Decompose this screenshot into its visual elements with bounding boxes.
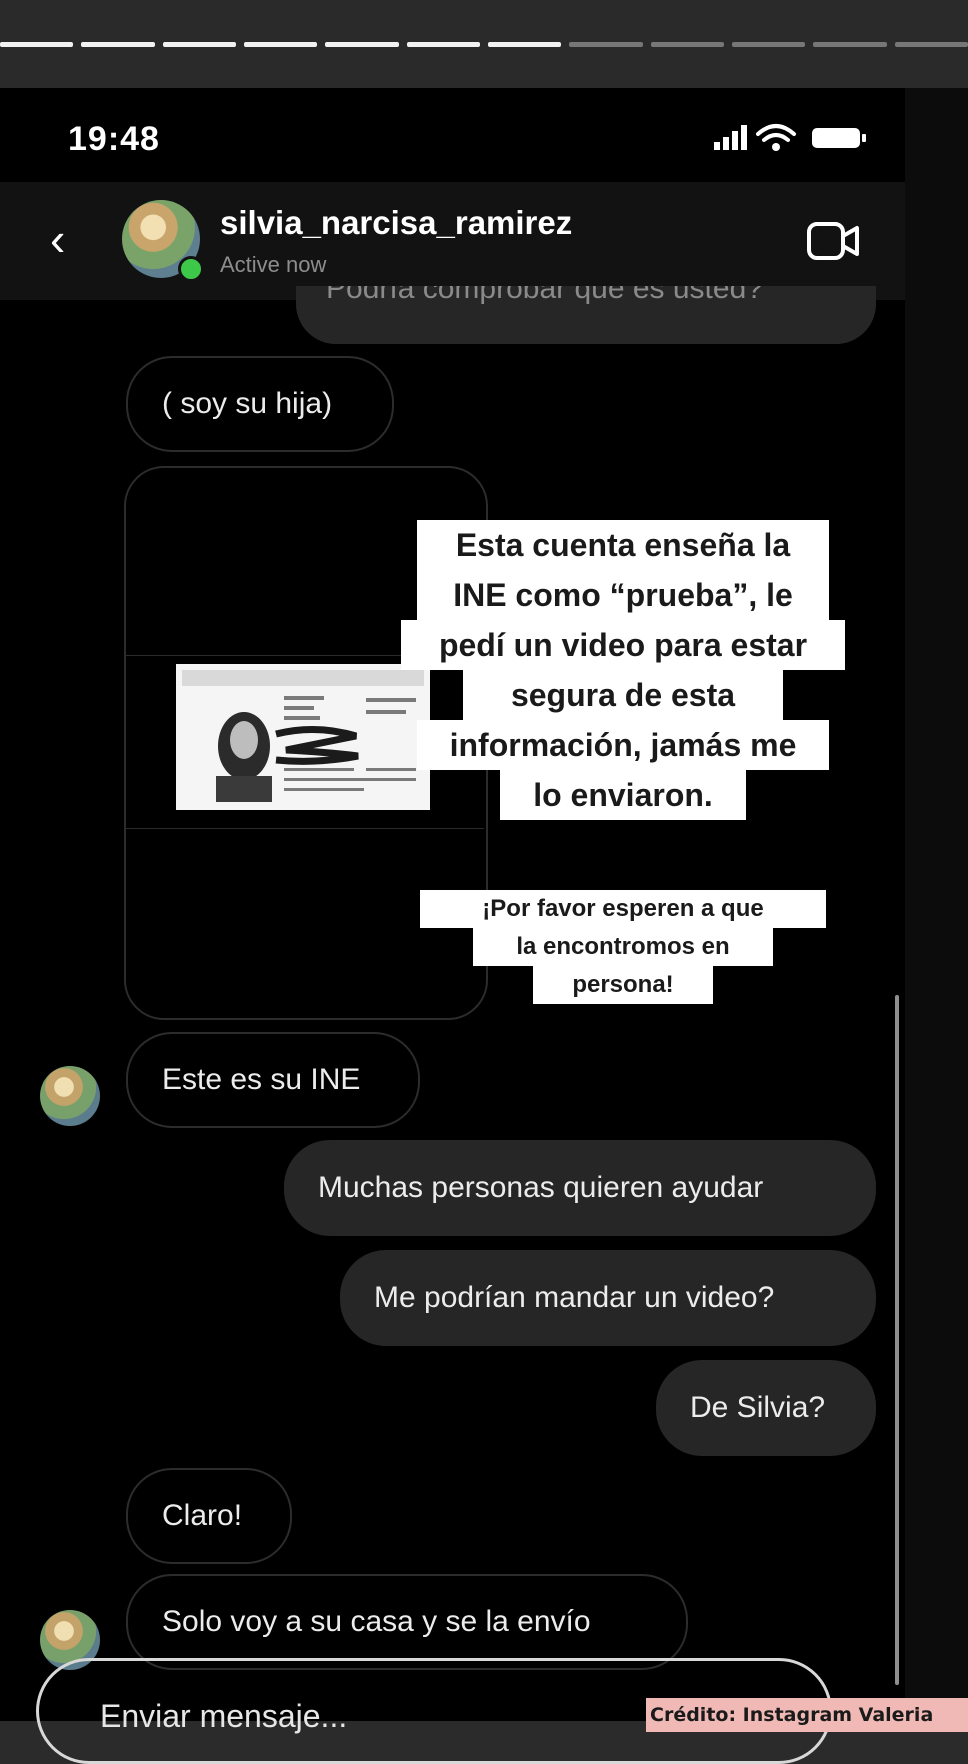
chat-username[interactable]: silvia_narcisa_ramirez [220,204,572,242]
story-progress-segment [813,42,887,47]
annotation-line: INE como “prueba”, le [417,570,829,620]
battery-icon [812,128,866,148]
story-progress-bar [0,42,968,48]
online-indicator [178,256,204,282]
annotation-line: segura de esta [463,670,783,720]
active-status: Active now [220,252,327,277]
message-sent: Me podrían mandar un video? [340,1250,876,1346]
annotation-line: lo enviaron. [500,770,746,820]
annotation-line: ¡Por favor esperen a que [420,890,826,928]
annotation-line: pedí un video para estar [401,620,845,670]
redaction-block [430,670,466,716]
message-input-placeholder: Enviar mensaje... [100,1698,348,1734]
story-progress-segment [406,42,480,47]
annotation-line: información, jamás me [417,720,829,770]
message-received: Claro! [126,1468,292,1564]
status-icons [714,124,866,151]
back-arrow-icon[interactable]: ‹ [50,212,65,266]
annotation-line: Esta cuenta enseña la [417,520,829,570]
scrollbar[interactable] [895,995,899,1685]
story-progress-segment [243,42,318,47]
story-progress-segment [731,42,806,47]
story-progress-segment [487,42,562,47]
wifi-icon [756,124,796,142]
story-progress-segment [894,42,968,47]
message-sent: Muchas personas quieren ayudar [284,1140,876,1236]
side-margin [905,88,968,1721]
ine-id-card-image [176,664,430,810]
story-progress-segment [569,42,643,47]
story-progress-segment [81,42,155,47]
video-call-icon[interactable] [806,218,862,264]
message-received: Solo voy a su casa y se la envío [126,1574,688,1670]
message-received: Este es su INE [126,1032,420,1128]
story-progress-segment [162,42,236,47]
signal-icon [714,125,747,150]
media-divider [126,828,484,829]
message-sent: De Silvia? [656,1360,876,1456]
annotation-line: la encontromos en [473,928,773,966]
story-progress-segment [325,42,399,47]
story-progress-segment [650,42,724,47]
annotation-line: persona! [533,966,713,1004]
story-progress-segment [0,42,74,47]
message-sent-cutoff: Podría comprobar que es usted? [296,286,876,344]
message-received: ( soy su hija) [126,356,394,452]
photo-credit: Crédito: Instagram Valeria [646,1698,968,1732]
status-time: 19:48 [68,120,160,158]
sender-avatar[interactable] [40,1066,100,1126]
